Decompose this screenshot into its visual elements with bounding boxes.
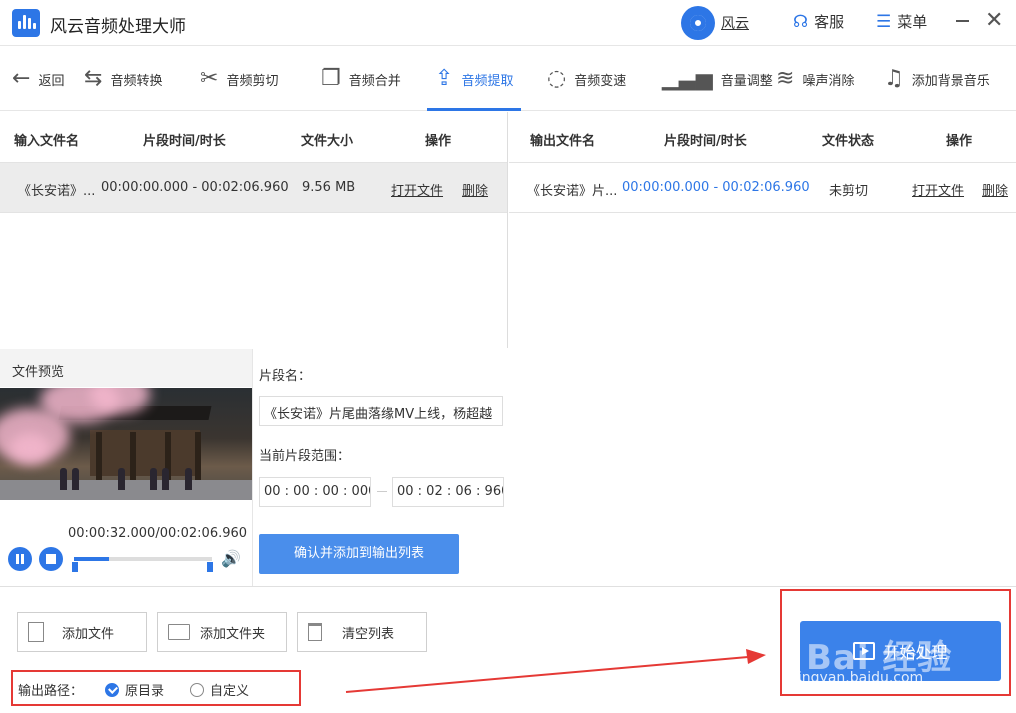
annotation-arrow bbox=[345, 649, 766, 693]
